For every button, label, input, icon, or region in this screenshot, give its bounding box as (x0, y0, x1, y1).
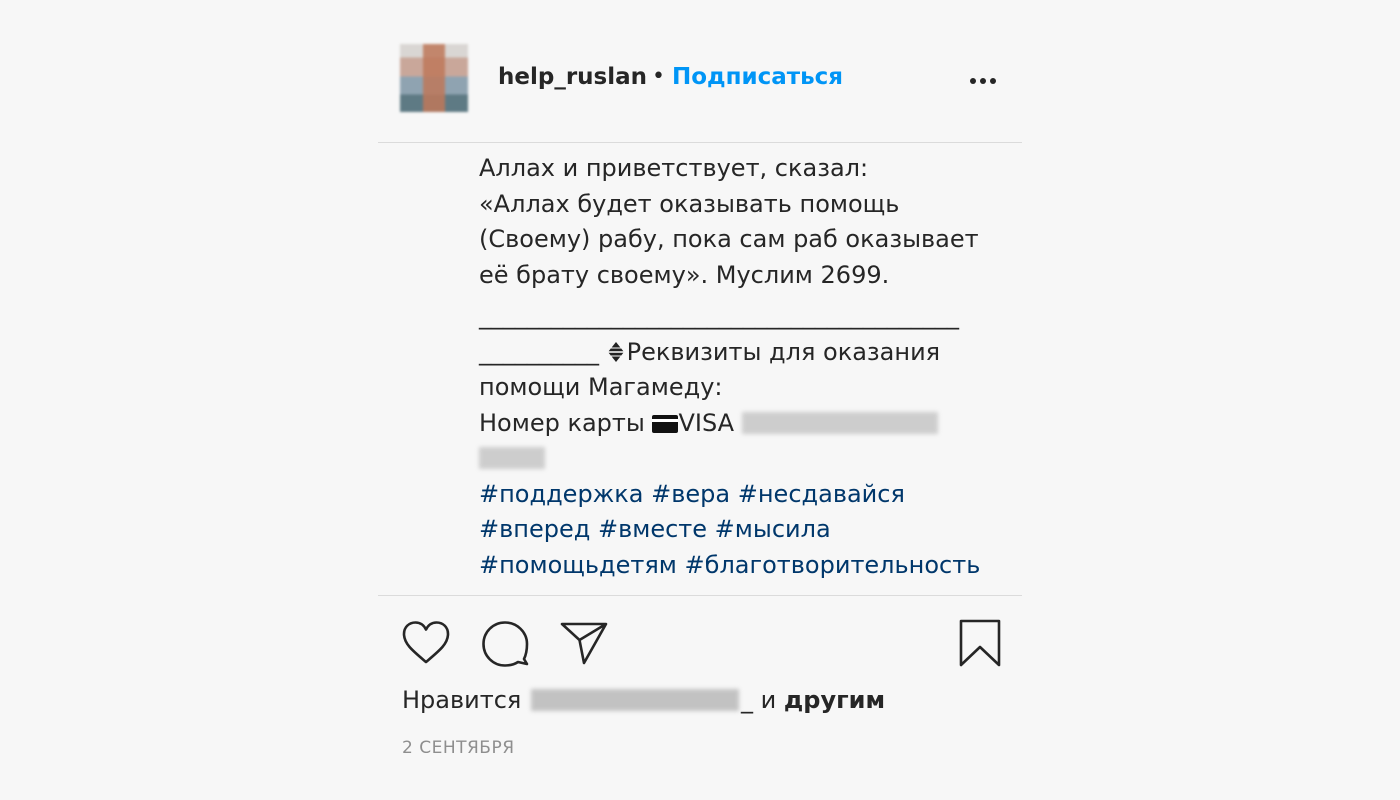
hashtag-link[interactable]: #вместе (598, 515, 707, 543)
avatar[interactable] (400, 44, 468, 112)
hashtag-line: #поддержка #вера #несдавайся (479, 477, 999, 513)
likes-prefix: Нравится (402, 686, 522, 714)
requisites-text: Реквизиты для оказания (626, 337, 941, 366)
credit-card-icon (652, 414, 679, 433)
bookmark-icon[interactable] (958, 618, 1002, 668)
redacted-card-number (741, 411, 938, 434)
hashtag-link[interactable]: #мысила (715, 515, 831, 543)
share-icon[interactable] (559, 620, 609, 666)
hashtag-link[interactable]: #несдавайся (738, 480, 905, 508)
more-options-icon[interactable] (968, 78, 998, 86)
post-date[interactable]: 2 СЕНТЯБРЯ (402, 738, 515, 758)
card-brand: VISA (678, 408, 735, 437)
hashtag-link[interactable]: #благотворительность (685, 551, 981, 579)
hashtag-line: #помощьдетям #благотворительность (479, 548, 999, 584)
hashtag-link[interactable]: #вперед (479, 515, 590, 543)
hashtag-link[interactable]: #поддержка (479, 480, 644, 508)
username-link[interactable]: help_ruslan (498, 64, 647, 90)
post-caption: Аллах и приветствует, сказал: «Аллах буд… (479, 151, 999, 583)
likes-others-link[interactable]: другим (784, 686, 885, 714)
card-line-continued (479, 441, 999, 477)
hashtag-link[interactable]: #помощьдетям (479, 551, 677, 579)
requisites-line: __________ Реквизиты для оказания (479, 335, 999, 371)
caption-line: её брату своему». Муслим 2699. (479, 260, 890, 289)
instagram-post: help_ruslan • Подписаться Аллах и привет… (378, 0, 1022, 800)
divider (378, 595, 1022, 596)
separator-line: __________ (479, 337, 599, 366)
redacted-username[interactable] (530, 689, 739, 711)
card-line: Номер карты VISA (479, 406, 999, 442)
hashtag-line: #вперед #вместе #мысила (479, 512, 999, 548)
separator-dot: • (652, 64, 665, 89)
separator-line: ________________________________________ (479, 302, 959, 330)
likes-conj: и (760, 686, 777, 714)
caption-line: Аллах и приветствует, сказал: (479, 154, 869, 182)
caption-line: «Аллах будет оказывать помощь (479, 189, 900, 218)
diamond-icon (607, 341, 624, 362)
hashtag-link[interactable]: #вера (651, 480, 730, 508)
caption-line: помощи Магамеду: (479, 373, 723, 401)
likes-summary: Нравится _ и другим (402, 686, 885, 714)
redacted-card-number (479, 447, 545, 469)
likes-suffix: _ (740, 686, 753, 714)
comment-icon[interactable] (480, 619, 530, 669)
card-label: Номер карты (479, 408, 645, 437)
heart-icon[interactable] (401, 620, 451, 666)
divider (378, 142, 1022, 143)
follow-button[interactable]: Подписаться (672, 64, 843, 90)
caption-line: (Своему) рабу, пока сам раб оказывает (479, 225, 979, 253)
